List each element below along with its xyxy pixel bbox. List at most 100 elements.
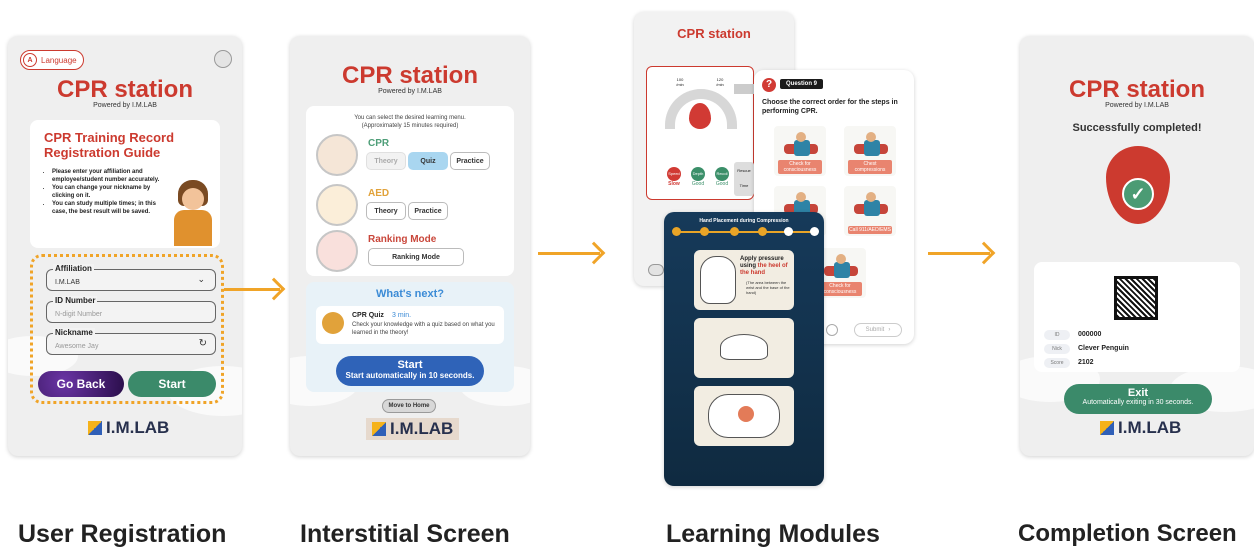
affiliation-value: I.M.LAB xyxy=(55,279,80,286)
theory-panel-chest xyxy=(694,386,794,446)
aed-theory-button[interactable]: Theory xyxy=(366,202,406,220)
quiz-option[interactable]: Call 911/AED/EMS xyxy=(844,186,896,236)
chevron-down-icon: ⌄ xyxy=(197,274,205,284)
theory-panel-compression xyxy=(694,318,794,378)
powered-by: Powered by I.M.LAB xyxy=(1105,102,1169,109)
page-title: CPR station xyxy=(56,76,193,103)
powered-by: Powered by I.M.LAB xyxy=(378,88,442,95)
question-text: Choose the correct order for the steps i… xyxy=(762,99,898,115)
side-label-time: Time xyxy=(739,183,749,188)
start-countdown: Start automatically in 10 seconds. xyxy=(345,371,475,380)
next-item-desc: Check your knowledge with a quiz based o… xyxy=(352,322,495,336)
id-number-field[interactable]: ID Number N-digit Number xyxy=(46,296,216,323)
check-icon: ✓ xyxy=(1122,178,1154,210)
side-panel xyxy=(734,84,756,94)
progress-dot[interactable] xyxy=(758,227,767,236)
move-to-home-button[interactable]: Move to Home xyxy=(382,399,436,413)
menu-intro: You can select the desired learning menu… xyxy=(354,115,466,129)
practice-title: CPR station xyxy=(677,26,751,41)
imlab-logo: I.M.LAB xyxy=(1100,418,1181,438)
quiz-option[interactable]: Chest compressions xyxy=(844,126,896,176)
theory-screen: Hand Placement during Compression Apply … xyxy=(664,212,824,486)
caption-completion: Completion Screen xyxy=(1018,520,1237,547)
heart-icon xyxy=(689,103,711,129)
speed-status: Slow xyxy=(668,181,680,187)
success-droplet-icon: ✓ xyxy=(1106,146,1170,224)
gauge-right-label: 120 /min xyxy=(716,77,724,87)
progress-dot[interactable] xyxy=(784,227,793,236)
flow-arrow xyxy=(538,252,600,255)
depth-status: Good xyxy=(691,181,705,187)
nickname-placeholder: Awesome Jay xyxy=(55,343,99,350)
caption-learning: Learning Modules xyxy=(666,520,880,548)
aed-module-icon xyxy=(316,184,358,226)
success-text: Successfully completed! xyxy=(1072,122,1202,134)
arrow-right-icon: › xyxy=(888,327,891,333)
start-label: Start xyxy=(397,359,423,371)
registration-screen: A Language CPR station Powered by I.M.LA… xyxy=(8,36,242,456)
nickname-label: Nickname xyxy=(53,328,95,337)
whats-next-title: What's next? xyxy=(375,288,444,300)
gauge-left-label: 100 /min xyxy=(676,77,684,87)
character-illustration xyxy=(170,180,214,246)
settings-icon[interactable] xyxy=(214,50,232,68)
result-card: ID 000000 Nick Clever Penguin Score 2102 xyxy=(1034,262,1240,372)
submit-button[interactable]: Submit › xyxy=(854,323,902,337)
quiz-option[interactable]: Check for consciousness xyxy=(774,126,826,176)
exit-button[interactable]: Exit Automatically exiting in 30 seconds… xyxy=(1064,384,1212,414)
imlab-logo-icon xyxy=(1100,421,1114,435)
exit-countdown: Automatically exiting in 30 seconds. xyxy=(1082,399,1194,406)
interstitial-screen: CPR station Powered by I.M.LAB You can s… xyxy=(290,36,530,456)
affiliation-select[interactable]: Affiliation I.M.LAB ⌄ xyxy=(46,264,216,291)
nick-key-badge: Nick xyxy=(1044,344,1070,354)
theory-progress-track xyxy=(674,231,814,233)
question-icon: ? xyxy=(762,78,776,92)
guide-bullet: You can study multiple times; in this ca… xyxy=(52,200,162,216)
cpr-module-title: CPR xyxy=(368,138,390,149)
imlab-logo: I.M.LAB xyxy=(366,418,460,440)
language-label: Language xyxy=(41,55,77,65)
page-title: CPR station xyxy=(1068,76,1205,103)
cpr-quiz-button[interactable]: Quiz xyxy=(408,152,448,170)
start-button[interactable]: Start Start automatically in 10 seconds. xyxy=(336,356,484,386)
hand-placement-mark xyxy=(738,406,754,422)
progress-dot[interactable] xyxy=(810,227,819,236)
start-button[interactable]: Start xyxy=(128,371,216,397)
quiz-icon xyxy=(322,312,344,334)
quiz-home-icon[interactable] xyxy=(826,324,838,336)
cpr-theory-button[interactable]: Theory xyxy=(366,152,406,170)
language-button[interactable]: A Language xyxy=(20,50,84,70)
page-title: CPR station xyxy=(341,62,478,89)
cpr-practice-button[interactable]: Practice xyxy=(450,152,490,170)
question-number: Question 9 xyxy=(780,79,824,89)
submit-label: Submit xyxy=(865,327,885,333)
ranking-mode-button[interactable]: Ranking Mode xyxy=(368,248,464,266)
progress-dot[interactable] xyxy=(672,227,681,236)
showcase: A Language CPR station Powered by I.M.LA… xyxy=(0,0,1254,552)
nickname-field[interactable]: Nickname Awesome Jay ↻ xyxy=(46,328,216,355)
imlab-logo-icon xyxy=(88,421,102,435)
cpr-module-icon xyxy=(316,134,358,176)
next-item: CPR Quiz 3 min. Check your knowledge wit… xyxy=(316,306,504,344)
exit-label: Exit xyxy=(1127,387,1149,399)
whats-next-card: What's next? CPR Quiz 3 min. Check your … xyxy=(306,282,514,392)
imlab-logo-icon xyxy=(372,422,386,436)
go-back-button[interactable]: Go Back xyxy=(38,371,124,397)
theory-callout-note: (The area between the wrist and the base… xyxy=(746,280,790,295)
refresh-icon[interactable]: ↻ xyxy=(199,338,207,349)
aed-practice-button[interactable]: Practice xyxy=(408,202,448,220)
score-key-badge: Score xyxy=(1044,358,1070,368)
nick-value: Clever Penguin xyxy=(1078,345,1129,352)
id-number-placeholder: N-digit Number xyxy=(55,311,103,318)
theory-callout-title: Apply pressure using the heel of the han… xyxy=(740,256,788,276)
guide-title: CPR Training Record Registration Guide xyxy=(44,130,175,160)
hands-illustration xyxy=(700,256,736,304)
flow-arrow xyxy=(928,252,990,255)
progress-dot[interactable] xyxy=(730,227,739,236)
guide-card: CPR Training Record Registration Guide P… xyxy=(30,120,220,248)
score-value: 2102 xyxy=(1078,359,1094,366)
theory-panel-hands: Apply pressure using the heel of the han… xyxy=(694,250,794,310)
guide-bullet: Please enter your affiliation and employ… xyxy=(52,168,162,184)
practice-back-icon[interactable] xyxy=(648,264,664,276)
progress-dot[interactable] xyxy=(700,227,709,236)
